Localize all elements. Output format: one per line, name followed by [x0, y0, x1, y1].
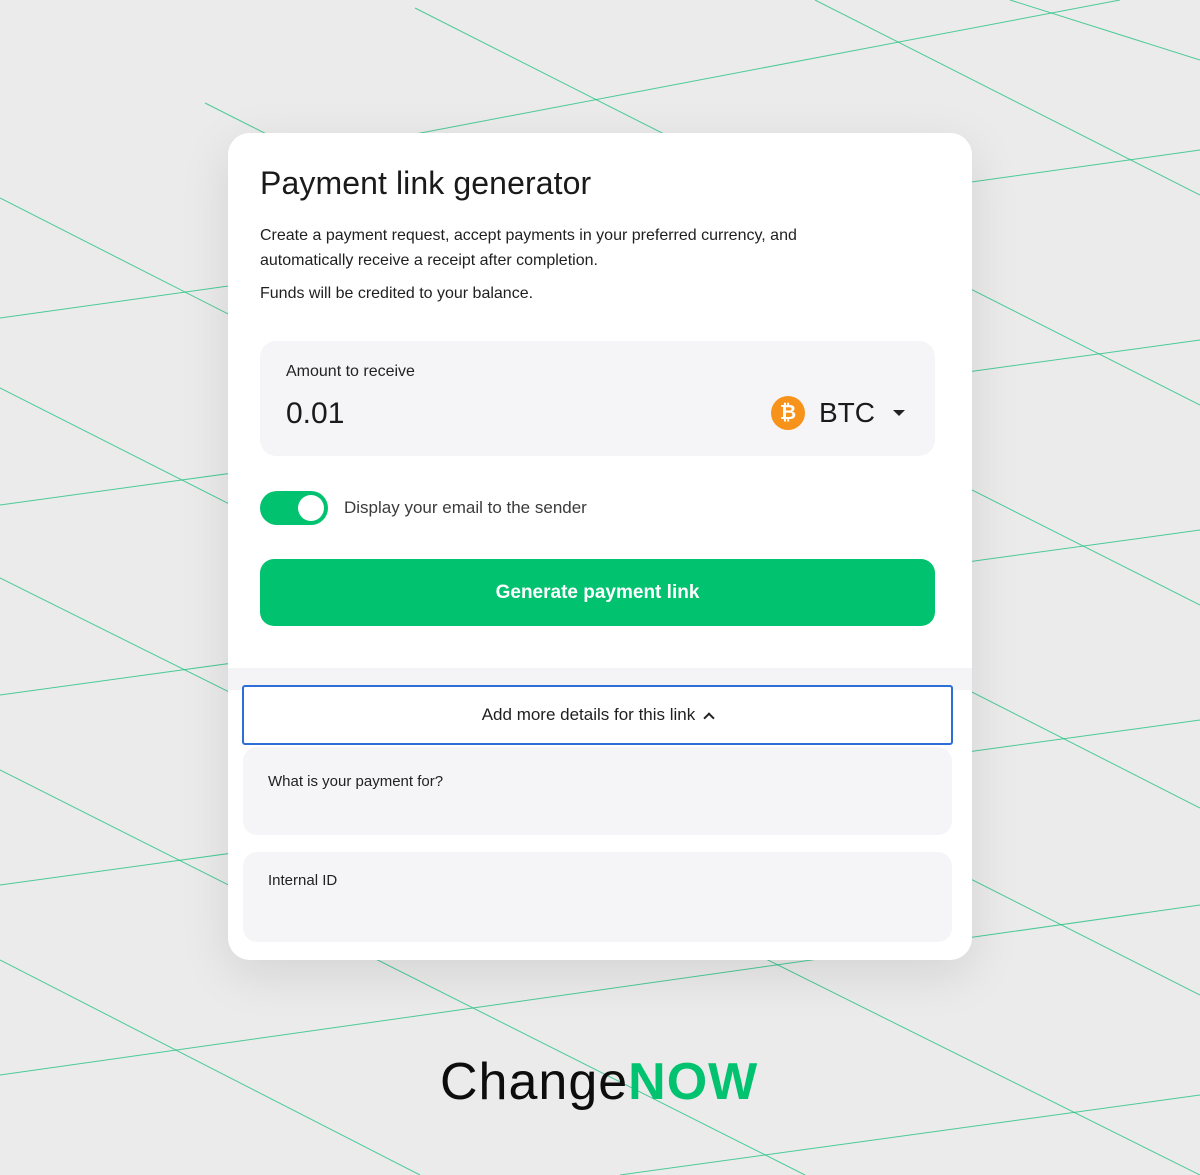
logo-text-now: NOW [628, 1053, 759, 1111]
amount-input-box[interactable]: Amount to receive 0.01 ₿ BTC [260, 341, 935, 456]
internal-id-label: Internal ID [268, 872, 338, 889]
changenow-logo: Change NOW [440, 1052, 758, 1112]
chevron-up-icon [703, 711, 715, 724]
currency-selector[interactable]: ₿ BTC [771, 395, 905, 431]
description-text: Create a payment request, accept payment… [260, 227, 797, 269]
amount-label: Amount to receive [286, 363, 415, 380]
payment-purpose-label: What is your payment for? [268, 773, 444, 790]
caret-down-icon [893, 410, 905, 416]
logo-text-change: Change [440, 1053, 629, 1111]
add-details-toggle[interactable]: Add more details for this link [242, 685, 953, 745]
toggle-knob [298, 495, 324, 521]
email-toggle-switch[interactable] [260, 491, 328, 525]
page-title: Payment link generator [260, 165, 592, 201]
bitcoin-icon: ₿ [771, 396, 805, 430]
generate-payment-link-button[interactable]: Generate payment link [260, 559, 935, 626]
internal-id-field[interactable]: Internal ID [243, 852, 952, 942]
balance-note: Funds will be credited to your balance. [260, 285, 534, 302]
amount-input[interactable]: 0.01 [286, 397, 344, 431]
payment-purpose-field[interactable]: What is your payment for? [243, 747, 952, 835]
email-toggle-label: Display your email to the sender [344, 498, 587, 517]
add-details-label: Add more details for this link [481, 705, 696, 724]
payment-link-card: Payment link generator Create a payment … [228, 133, 972, 960]
card-top-section: Payment link generator Create a payment … [228, 133, 972, 668]
currency-code: BTC [819, 397, 875, 428]
